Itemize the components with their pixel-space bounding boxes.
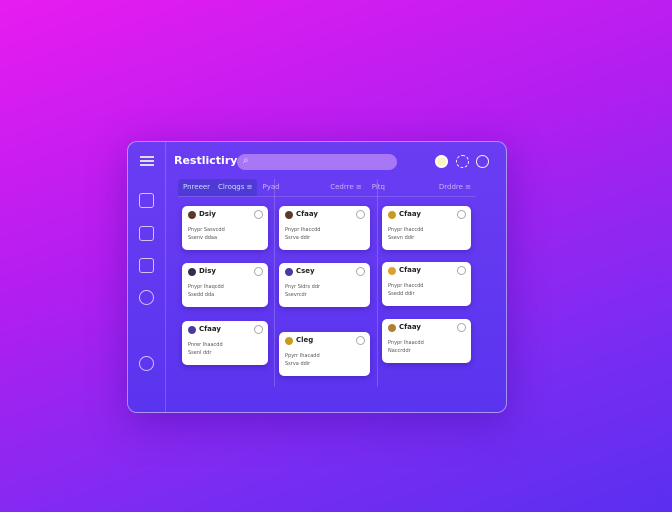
menu-icon[interactable] [140, 156, 154, 166]
card-title: Disy [199, 267, 216, 275]
card-text: Pnyr Sidrs ddr [285, 284, 321, 290]
card-text: Ssedd dda [188, 292, 215, 298]
task-card[interactable]: Csey Pnyr Sidrs ddr Ssevrcdr [279, 263, 370, 307]
tab-filter[interactable]: Drddre ≡ [439, 183, 471, 192]
task-card[interactable]: Cfaay Pnypr Ihaccdd Ssedd ddir [382, 262, 471, 306]
card-text: Naccrddr [388, 348, 411, 354]
tab-label: Pitq [371, 183, 385, 191]
card-text: Ssenl ddr [188, 350, 212, 356]
card-text: Pnypr Ihaacdd [388, 340, 424, 346]
card-text: Pnypr Ihaccdd [388, 283, 424, 289]
card-text: Ssevn ddir [388, 235, 415, 241]
tab-label: Pyad [262, 183, 280, 191]
sidebar [128, 142, 166, 412]
tab-bar: Pnreeer Clroqgs ≡ Pyad Cedrre ≡ Pitq Drddre ≡ [178, 179, 476, 197]
card-text: Ssrva ddir [285, 361, 311, 367]
status-circle-icon[interactable] [254, 210, 263, 219]
column-divider [377, 179, 378, 387]
card-title: Cfaay [296, 210, 318, 218]
avatar[interactable] [435, 155, 448, 168]
card-text: Ssedd ddir [388, 291, 415, 297]
avatar [188, 211, 196, 219]
status-circle-icon[interactable] [356, 210, 365, 219]
status-circle-icon[interactable] [457, 210, 466, 219]
card-title: Cleg [296, 336, 314, 344]
card-title: Cfaay [199, 325, 221, 333]
card-text: Ssrva ddir [285, 235, 311, 241]
card-title: Dsiy [199, 210, 216, 218]
task-card[interactable]: Cfaay Pnypr Ihaacdd Naccrddr [382, 319, 471, 363]
app-window: Restlictiry ⌕ Pnreeer Clroqgs ≡ Pyad Cedrre… [127, 141, 507, 413]
document-icon[interactable] [139, 226, 154, 241]
clipboard-icon[interactable] [139, 258, 154, 273]
card-title: Csey [296, 267, 315, 275]
avatar [388, 211, 396, 219]
status-circle-icon[interactable] [356, 336, 365, 345]
avatar [188, 326, 196, 334]
app-logo: Restlictiry [174, 154, 238, 167]
card-text: Pnypr Sasvcdd [188, 227, 225, 233]
tab-filter[interactable]: Cedrre ≡ [330, 183, 362, 192]
status-circle-icon[interactable] [254, 325, 263, 334]
card-text: Pnypr Ihaccdd [285, 227, 321, 233]
card-text: Pnrer Ihaacdd [188, 342, 223, 348]
card-title: Cfaay [399, 210, 421, 218]
tab-2[interactable]: Pitq Drddre ≡ [367, 179, 476, 196]
info-icon[interactable] [139, 356, 154, 371]
search-input[interactable]: ⌕ [237, 154, 397, 170]
search-icon: ⌕ [243, 155, 249, 166]
avatar [188, 268, 196, 276]
task-card[interactable]: Cfaay Pnrer Ihaacdd Ssenl ddr [182, 321, 268, 365]
settings-icon[interactable] [139, 290, 154, 305]
status-circle-icon[interactable] [457, 266, 466, 275]
refresh-icon[interactable] [476, 155, 489, 168]
tab-filter[interactable]: Clroqgs ≡ [218, 183, 252, 192]
calendar-icon[interactable] [139, 193, 154, 208]
task-card[interactable]: Cfaay Pnypr Ihaccdd Ssevn ddir [382, 206, 471, 250]
status-circle-icon[interactable] [356, 267, 365, 276]
task-card[interactable]: Disy Pnypr Ihaqcdd Ssedd dda [182, 263, 268, 307]
task-card[interactable]: Dsiy Pnypr Sasvcdd Ssenv ddaa [182, 206, 268, 250]
column-divider [274, 179, 275, 387]
avatar [285, 337, 293, 345]
share-icon[interactable] [456, 155, 469, 168]
avatar [388, 267, 396, 275]
status-circle-icon[interactable] [457, 323, 466, 332]
tab-0[interactable]: Pnreeer Clroqgs ≡ [178, 179, 258, 196]
card-text: Pnypr Ihaccdd [388, 227, 424, 233]
card-title: Cfaay [399, 266, 421, 274]
avatar [388, 324, 396, 332]
card-text: Ssenv ddaa [188, 235, 218, 241]
card-text: Ssevrcdr [285, 292, 307, 298]
avatar [285, 268, 293, 276]
task-card[interactable]: Cfaay Pnypr Ihaccdd Ssrva ddir [279, 206, 370, 250]
card-text: Pnypr Ihaqcdd [188, 284, 224, 290]
status-circle-icon[interactable] [254, 267, 263, 276]
tab-label: Pnreeer [183, 183, 211, 191]
card-text: Ppyrr Ihacadd [285, 353, 320, 359]
task-card[interactable]: Cleg Ppyrr Ihacadd Ssrva ddir [279, 332, 370, 376]
avatar [285, 211, 293, 219]
card-title: Cfaay [399, 323, 421, 331]
